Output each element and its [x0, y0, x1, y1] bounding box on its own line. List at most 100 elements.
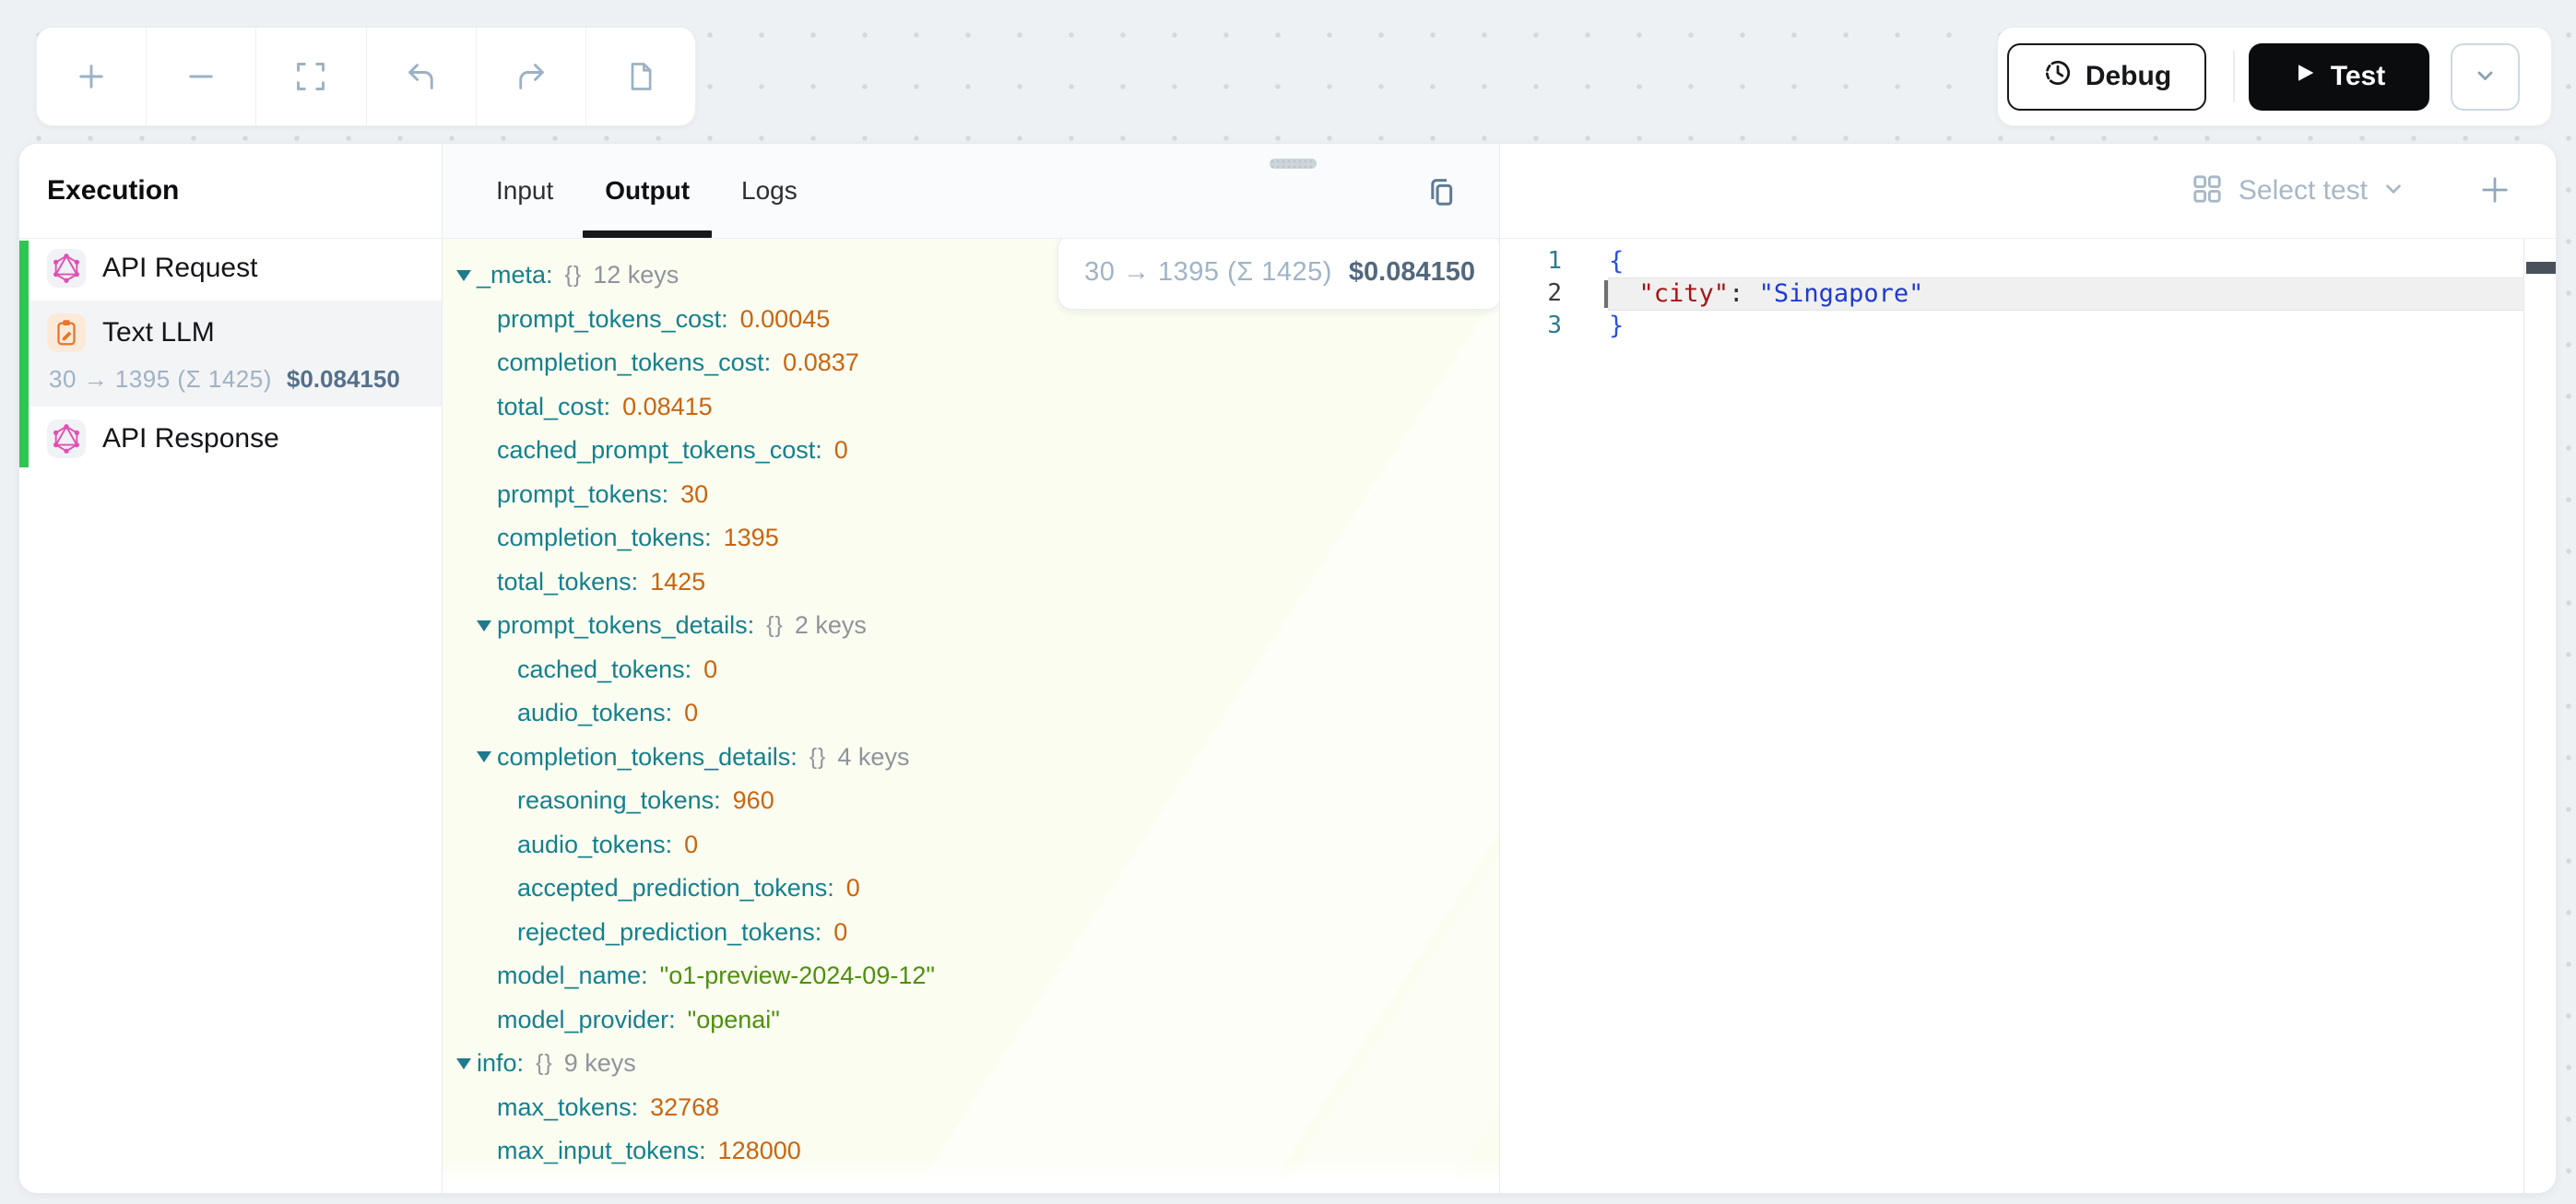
play-icon	[2292, 60, 2318, 93]
tree-value: 0	[684, 699, 698, 727]
tree-value: 0.0837	[783, 348, 859, 377]
execution-item-api-response[interactable]: API Response	[29, 409, 442, 468]
sheet-drag-handle[interactable]	[1270, 159, 1317, 169]
test-button-label: Test	[2331, 61, 2385, 92]
select-test-dropdown[interactable]: Select test	[2191, 172, 2405, 210]
token-summary: 30 → 1395 (Σ 1425)	[49, 365, 272, 394]
tree-value: "o1-preview-2024-09-12"	[660, 962, 935, 990]
tree-value: 0	[703, 655, 717, 684]
redo-icon	[514, 60, 548, 93]
execution-title: Execution	[47, 175, 179, 207]
collapse-toggle-icon[interactable]	[477, 620, 497, 632]
io-tabs: Input Output Logs	[496, 144, 798, 238]
tab-logs[interactable]: Logs	[741, 144, 798, 238]
debug-button-label: Debug	[2086, 61, 2171, 92]
tree-value: "openai"	[688, 1006, 780, 1034]
output-tree-row: rejected_prediction_tokens:0	[443, 911, 1499, 955]
tree-key: audio_tokens:	[517, 831, 672, 859]
fit-view-icon	[294, 60, 327, 93]
grid-icon	[2191, 172, 2224, 210]
canvas-toolbar	[36, 27, 696, 126]
tree-value: 0.00045	[740, 305, 831, 334]
object-brace-icon: {}	[565, 262, 583, 289]
tree-value: 0	[846, 874, 860, 903]
tree-key: total_tokens:	[497, 568, 638, 596]
tab-input[interactable]: Input	[496, 144, 553, 238]
graphql-node-icon	[47, 249, 86, 288]
graphql-node-icon	[47, 419, 86, 458]
run-controls: Debug Test	[1997, 27, 2552, 126]
text-llm-node-icon	[47, 313, 86, 352]
redo-button[interactable]	[476, 28, 585, 125]
add-note-button[interactable]	[585, 28, 695, 125]
zoom-in-button[interactable]	[37, 28, 146, 125]
tree-value: 0	[684, 831, 698, 859]
editor-line: 1{	[1500, 245, 2523, 277]
output-tree-row: model_provider: "openai"	[443, 998, 1499, 1043]
zoom-out-button[interactable]	[146, 28, 255, 125]
output-tree-row: accepted_prediction_tokens:0	[443, 867, 1499, 911]
node-io-panel: InputOutputLogs 30 → 1395 (Σ 1425) $0.08…	[442, 144, 1499, 1193]
tree-key: total_cost:	[497, 393, 610, 421]
tree-key: prompt_tokens_details:	[497, 611, 754, 640]
object-key-count: 4 keys	[837, 743, 909, 772]
plus-icon	[2477, 196, 2512, 210]
test-options-button[interactable]	[2451, 43, 2520, 111]
copy-icon	[1422, 201, 1459, 215]
test-button[interactable]: Test	[2249, 43, 2429, 111]
output-tree-row: reasoning_tokens:960	[443, 779, 1499, 823]
tree-value: 0.08415	[622, 393, 713, 421]
tree-value: 0	[833, 918, 847, 947]
output-tree-row: completion_tokens_details:{}4 keys	[443, 736, 1499, 780]
output-tree-row: audio_tokens: 0	[443, 823, 1499, 868]
output-tree-row: cached_tokens:0	[443, 648, 1499, 692]
tree-value: 1395	[724, 524, 779, 552]
chevron-down-icon	[2470, 61, 2499, 93]
output-tab-content: 30 → 1395 (Σ 1425) $0.084150 _meta:{}12 …	[443, 239, 1499, 1193]
tree-key: model_provider:	[497, 1006, 676, 1034]
execution-item-api-request[interactable]: API Request	[29, 239, 442, 298]
test-editor[interactable]: 1{2 "city": "Singapore"3}	[1500, 239, 2556, 1193]
execution-panel: Execution API Request Text LLM 30 → 1395 (…	[19, 144, 442, 1193]
output-tree-row: audio_tokens: 0	[443, 691, 1499, 736]
output-tree-row: info:{}9 keys	[443, 1042, 1499, 1086]
line-content: {	[1609, 246, 2523, 277]
execution-header: Execution	[19, 144, 442, 239]
code-token	[1609, 279, 1639, 308]
output-tree-row: max_tokens: 32768	[443, 1086, 1499, 1130]
code-token: "city"	[1639, 279, 1730, 308]
editor-lines: 1{2 "city": "Singapore"3}	[1500, 239, 2523, 1193]
cost-summary: $0.084150	[287, 365, 400, 394]
tree-key: audio_tokens:	[517, 699, 672, 727]
debug-button[interactable]: Debug	[2007, 43, 2206, 111]
tab-output[interactable]: Output	[605, 144, 690, 238]
tree-value: 32768	[650, 1093, 719, 1122]
collapse-toggle-icon[interactable]	[456, 1057, 477, 1070]
editor-overview-ruler[interactable]	[2523, 239, 2556, 1193]
add-test-button[interactable]	[2476, 172, 2513, 209]
text-cursor	[1604, 280, 1608, 308]
cursor-position-marker	[2526, 262, 2557, 274]
collapse-toggle-icon[interactable]	[456, 269, 477, 282]
bottom-sheet: Execution API Request Text LLM 30 → 1395 (…	[18, 143, 2557, 1194]
execution-item-usage: 30 → 1395 (Σ 1425) $0.084150	[47, 365, 429, 407]
output-tree-row: prompt_tokens_details:{}2 keys	[443, 604, 1499, 648]
tree-key: max_tokens:	[497, 1093, 638, 1122]
tree-key: completion_tokens:	[497, 524, 712, 552]
tree-key: info:	[477, 1049, 524, 1078]
code-token: }	[1609, 312, 1624, 340]
copy-output-button[interactable]	[1422, 173, 1459, 212]
execution-item-label: Text LLM	[102, 317, 215, 348]
fit-view-button[interactable]	[255, 28, 365, 125]
line-content: "city": "Singapore"	[1609, 278, 2523, 310]
collapse-toggle-icon[interactable]	[477, 750, 497, 763]
output-tree-row: total_tokens:1425	[443, 561, 1499, 605]
output-tree-row: total_cost: 0.08415	[443, 385, 1499, 430]
undo-button[interactable]	[366, 28, 476, 125]
code-token: :	[1729, 279, 1743, 308]
line-content: }	[1609, 311, 2523, 342]
tree-key: prompt_tokens:	[497, 480, 668, 509]
execution-status-bar	[19, 241, 29, 467]
tree-key: reasoning_tokens:	[517, 786, 721, 815]
execution-item-text-llm[interactable]: Text LLM 30 → 1395 (Σ 1425) $0.084150	[29, 301, 442, 407]
